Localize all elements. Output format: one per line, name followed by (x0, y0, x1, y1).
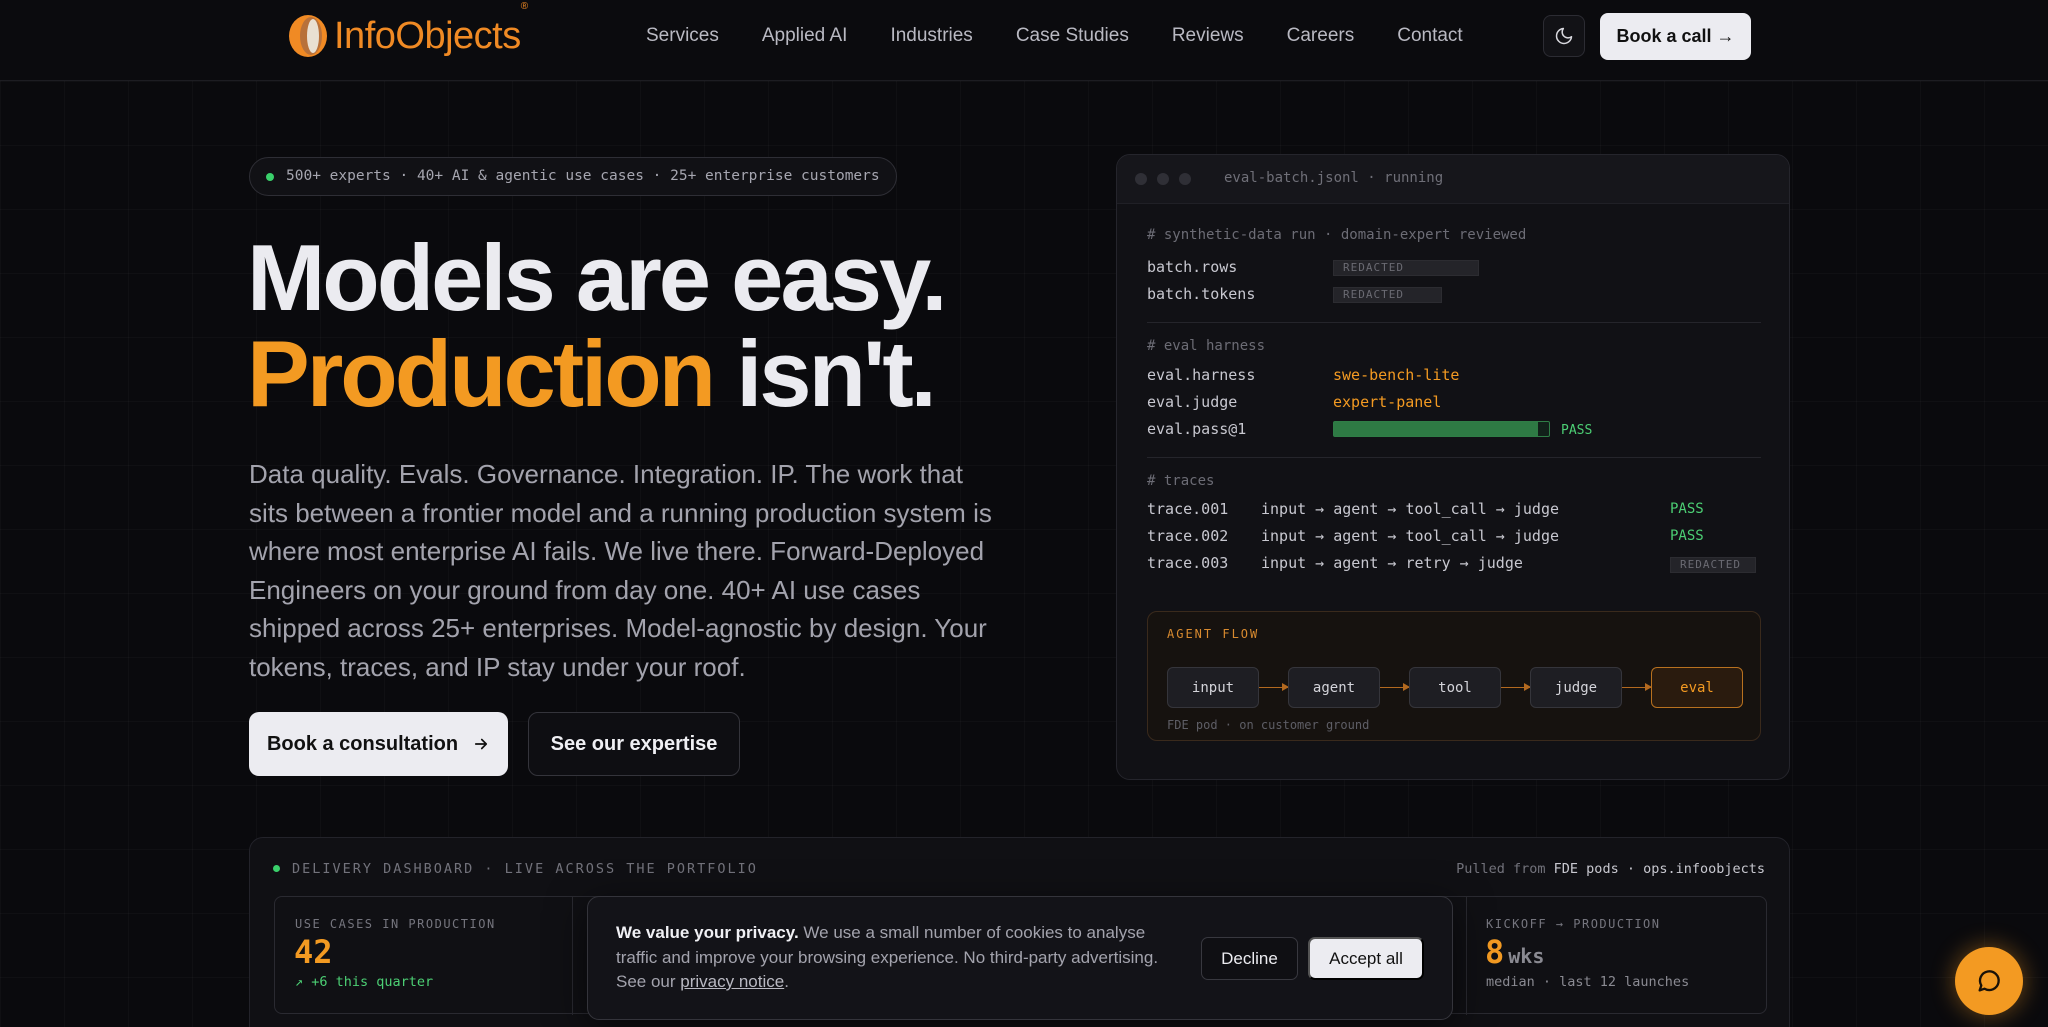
top-nav: InfoObjects® Services Applied AI Industr… (0, 0, 2048, 81)
stat-label-use-cases: USE CASES IN PRODUCTION (295, 917, 496, 931)
eval-pass-key: eval.pass@1 (1147, 420, 1247, 438)
trace-id: trace.001 (1147, 500, 1229, 518)
nav-link-case-studies[interactable]: Case Studies (1016, 24, 1129, 48)
book-consultation-button[interactable]: Book a consultation (249, 712, 508, 776)
arrow-right-icon (474, 738, 488, 750)
trace-path: input → agent → tool_call → judge (1261, 500, 1560, 518)
nav-link-services[interactable]: Services (646, 24, 719, 48)
flow-arrow-icon (1622, 683, 1652, 691)
pass-progress-bar (1333, 421, 1550, 437)
trace-status: PASS (1670, 528, 1704, 544)
nav-link-reviews[interactable]: Reviews (1172, 24, 1244, 48)
privacy-notice-link[interactable]: privacy notice (680, 972, 784, 991)
flow-arrow-icon (1259, 683, 1289, 691)
moon-icon (1555, 27, 1573, 45)
book-consultation-label: Book a consultation (266, 732, 459, 755)
nav-link-contact[interactable]: Contact (1397, 24, 1462, 48)
divider (1147, 457, 1761, 458)
card-divider (1466, 897, 1467, 1015)
comment-traces: # traces (1147, 473, 1215, 489)
pass-label: PASS (1561, 423, 1593, 438)
headline-rest: isn't. (713, 321, 937, 426)
logo-text: InfoObjects® (334, 0, 528, 57)
headline-accent: Production (247, 321, 716, 426)
trace-status-redacted: REDACTED (1670, 557, 1756, 573)
cookie-message: We value your privacy. We use a small nu… (616, 923, 1159, 991)
flow-node-tool: tool (1409, 667, 1501, 708)
agent-flow-panel: AGENT FLOW input agent tool judge eval F… (1147, 611, 1761, 741)
flow-node-agent: agent (1288, 667, 1380, 708)
logo[interactable]: InfoObjects® (286, 0, 528, 59)
flow-node-input: input (1167, 667, 1259, 708)
comment-eval-harness: # eval harness (1147, 338, 1266, 354)
stat-value-kickoff: 8 wks (1485, 933, 1545, 971)
stats-badge: 500+ experts · 40+ AI & agentic use case… (249, 157, 897, 196)
flow-arrow-icon (1501, 683, 1531, 691)
flow-arrow-icon (1380, 683, 1410, 691)
eval-terminal-panel: eval-batch.jsonl · running # synthetic-d… (1116, 154, 1790, 780)
trace-status: PASS (1670, 501, 1704, 517)
agent-flow-title: AGENT FLOW (1167, 627, 1260, 641)
nav-links: Services Applied AI Industries Case Stud… (646, 24, 1506, 48)
batch-tokens-key: batch.tokens (1147, 285, 1256, 303)
window-dot (1157, 173, 1169, 185)
decline-cookies-button[interactable]: Decline (1201, 937, 1298, 980)
nav-link-applied-ai[interactable]: Applied AI (762, 24, 848, 48)
hero-headline: Models are easy. Production isn't. (247, 230, 947, 422)
redacted-badge: REDACTED (1333, 260, 1479, 276)
terminal-titlebar: eval-batch.jsonl · running (1117, 155, 1789, 204)
chat-bubble-icon (1978, 970, 2000, 992)
pass-progress-fill (1334, 422, 1539, 436)
stats-badge-text: 500+ experts · 40+ AI & agentic use case… (286, 168, 880, 184)
window-dot (1179, 173, 1191, 185)
see-expertise-button[interactable]: See our expertise (528, 712, 740, 776)
trace-id: trace.002 (1147, 527, 1229, 545)
eval-judge-key: eval.judge (1147, 393, 1238, 411)
redacted-badge: REDACTED (1333, 287, 1442, 303)
status-dot (266, 173, 274, 181)
dashboard-source: Pulled from FDE pods · ops.infoobjects (1456, 861, 1765, 877)
card-divider (572, 897, 573, 1015)
flow-node-judge: judge (1530, 667, 1622, 708)
stat-sub-use-cases: ↗ +6 this quarter (295, 974, 434, 990)
batch-rows-key: batch.rows (1147, 258, 1238, 276)
trace-path: input → agent → tool_call → judge (1261, 527, 1560, 545)
logo-mark-icon (289, 15, 327, 57)
theme-toggle-button[interactable] (1543, 15, 1585, 57)
divider (1147, 322, 1761, 323)
window-dot (1135, 173, 1147, 185)
trace-id: trace.003 (1147, 554, 1229, 572)
stat-sub-kickoff: median · last 12 launches (1486, 974, 1690, 990)
hero-description: Data quality. Evals. Governance. Integra… (249, 459, 992, 682)
terminal-title: eval-batch.jsonl · running (1224, 170, 1444, 186)
comment-synthetic: # synthetic-data run · domain-expert rev… (1147, 227, 1527, 243)
book-call-button[interactable]: Book a call → (1600, 13, 1751, 60)
eval-judge-value: expert-panel (1333, 393, 1442, 411)
agent-flow-footer: FDE pod · on customer ground (1167, 718, 1370, 732)
stat-value-use-cases: 42 (294, 933, 333, 971)
dashboard-title: DELIVERY DASHBOARD · LIVE ACROSS THE POR… (273, 861, 758, 877)
nav-link-industries[interactable]: Industries (890, 24, 972, 48)
trace-path: input → agent → retry → judge (1261, 554, 1523, 572)
eval-harness-value: swe-bench-lite (1333, 366, 1460, 384)
stat-label-kickoff: KICKOFF → PRODUCTION (1486, 917, 1661, 931)
live-dot (273, 865, 280, 872)
nav-link-careers[interactable]: Careers (1287, 24, 1355, 48)
cookie-banner: We value your privacy. We use a small nu… (587, 896, 1453, 1020)
eval-harness-key: eval.harness (1147, 366, 1256, 384)
flow-node-eval: eval (1651, 667, 1743, 708)
accept-cookies-button[interactable]: Accept all (1308, 937, 1424, 980)
headline-line1: Models are easy. (247, 225, 947, 330)
chat-button[interactable] (1955, 947, 2023, 1015)
